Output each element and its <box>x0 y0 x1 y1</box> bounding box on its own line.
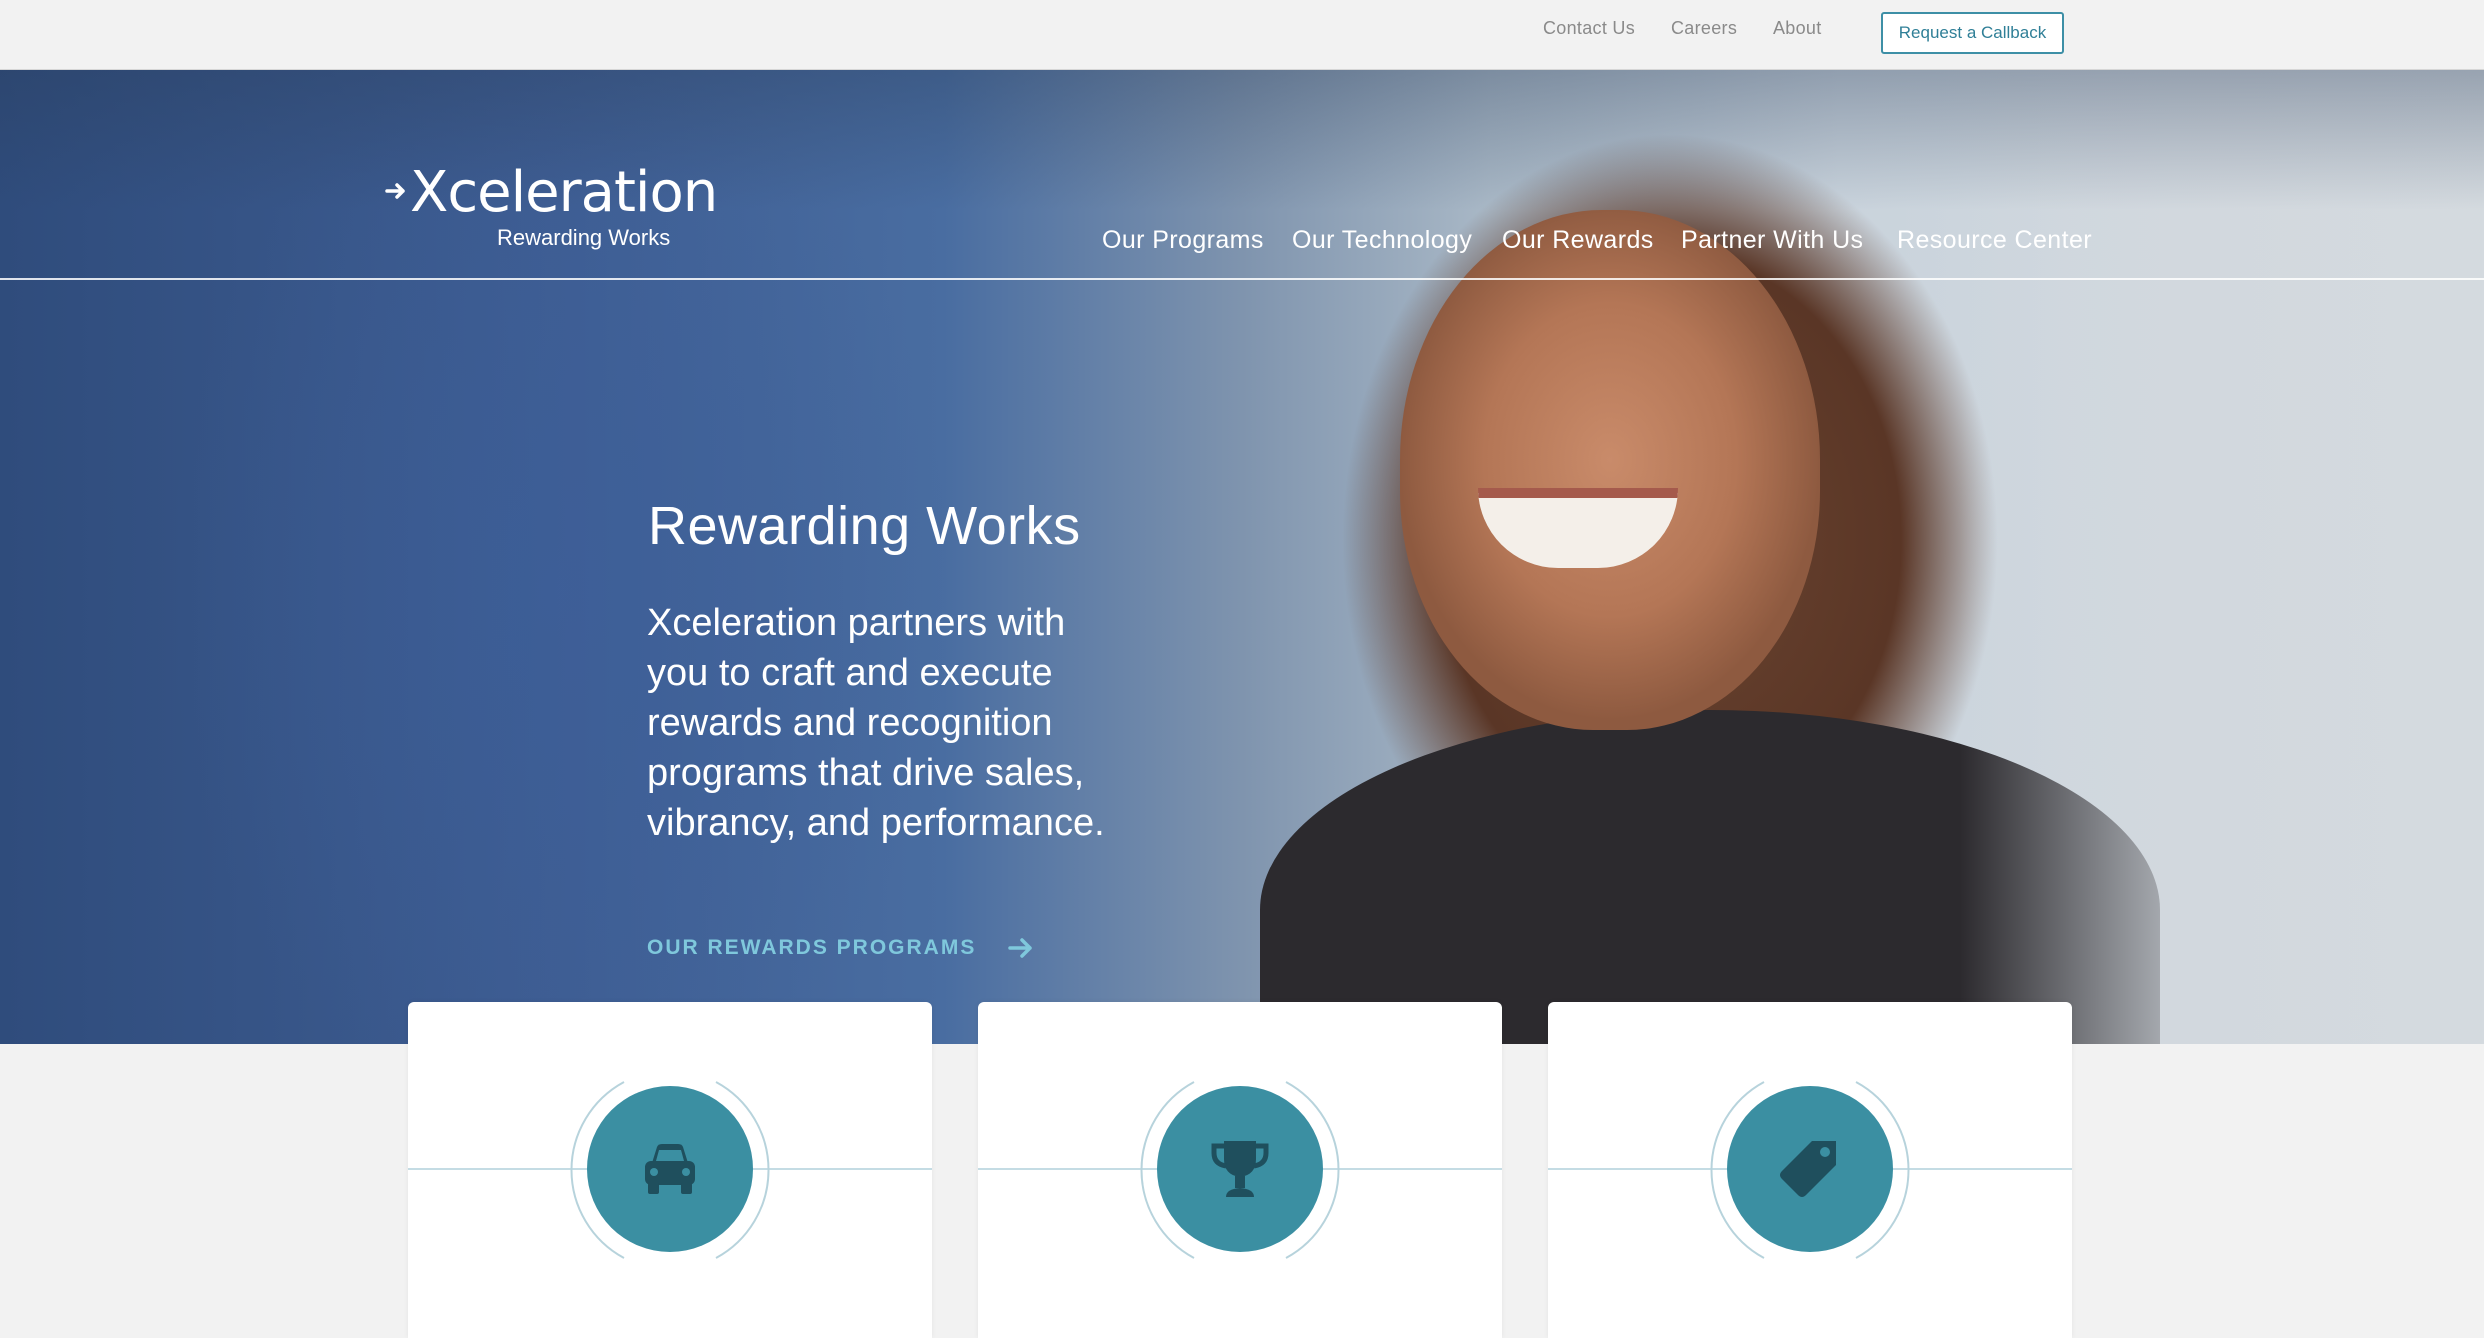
logo-wordmark[interactable]: Xceleration <box>410 165 718 221</box>
card-icon-badge <box>1727 1086 1893 1252</box>
nav-divider <box>0 278 2484 280</box>
nav-partner-with-us[interactable]: Partner With Us <box>1681 226 1863 255</box>
arrow-right-icon <box>1008 938 1033 958</box>
nav-our-rewards[interactable]: Our Rewards <box>1502 226 1654 255</box>
hero-photo-face <box>1400 210 1820 730</box>
hero-header-shade <box>0 70 2484 210</box>
hero-section: Xceleration Rewarding Works Our Programs… <box>0 70 2484 1044</box>
program-card-recognition[interactable] <box>978 1002 1502 1338</box>
car-icon <box>645 1144 695 1194</box>
rewards-programs-link[interactable]: OUR REWARDS PROGRAMS <box>647 936 1034 960</box>
request-callback-button[interactable]: Request a Callback <box>1881 12 2064 54</box>
hero-body: Xceleration partners with you to craft a… <box>647 602 1105 844</box>
nav-our-technology[interactable]: Our Technology <box>1292 226 1472 255</box>
hero-background-fade <box>1960 70 2484 1044</box>
program-card-incentives[interactable] <box>408 1002 932 1338</box>
hero-title: Rewarding Works <box>648 496 1081 556</box>
card-icon-badge <box>587 1086 753 1252</box>
card-icon-badge <box>1157 1086 1323 1252</box>
tag-icon <box>1780 1141 1836 1197</box>
trophy-icon <box>1211 1141 1269 1197</box>
logo-tagline: Rewarding Works <box>497 225 671 250</box>
rewards-programs-label: OUR REWARDS PROGRAMS <box>647 936 977 959</box>
careers-link[interactable]: Careers <box>1671 18 1737 39</box>
about-link[interactable]: About <box>1773 18 1822 39</box>
program-card-rewards[interactable] <box>1548 1002 2072 1338</box>
utility-bar: Contact Us Careers About Request a Callb… <box>0 0 2484 70</box>
nav-our-programs[interactable]: Our Programs <box>1102 226 1264 255</box>
nav-resource-center[interactable]: Resource Center <box>1897 226 2092 255</box>
contact-us-link[interactable]: Contact Us <box>1543 18 1635 39</box>
